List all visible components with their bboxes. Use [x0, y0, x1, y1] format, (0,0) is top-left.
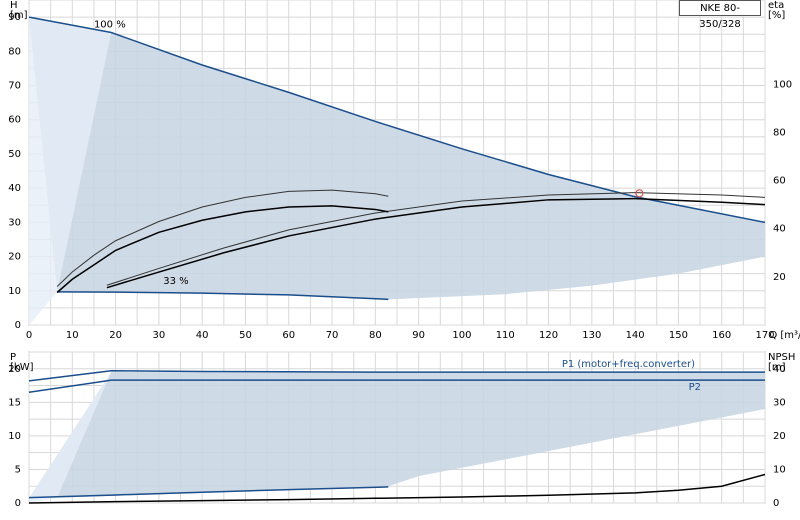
x-tick-label: 120: [539, 330, 558, 341]
x-tick-label: 130: [582, 330, 601, 341]
y-right-tick-label: 10: [773, 464, 786, 475]
series-label: P1 (motor+freq.converter): [562, 359, 695, 370]
y-axis-label: H [m]: [10, 0, 28, 21]
x-tick-label: 110: [496, 330, 515, 341]
model-label: NKE 80-350/328: [679, 0, 761, 30]
x-tick-label: 140: [626, 330, 645, 341]
y-right-tick-label: 80: [773, 127, 786, 138]
y-tick-label: 20: [8, 252, 21, 263]
y-tick-label: 0: [15, 320, 21, 331]
panel-head-efficiency: [28, 0, 766, 326]
y-right-tick-label: 20: [773, 431, 786, 442]
y-tick-label: 10: [8, 286, 21, 297]
x-tick-label: 80: [369, 330, 382, 341]
y-right-tick-label: 60: [773, 176, 786, 187]
x-tick-label: 10: [66, 330, 79, 341]
x-tick-label: 100: [452, 330, 471, 341]
y-tick-label: 60: [8, 115, 21, 126]
y-tick-label: 10: [8, 431, 21, 442]
x-tick-label: 30: [153, 330, 166, 341]
y-right-axis-label: NPSH [m]: [768, 352, 795, 373]
y-right-tick-label: 100: [773, 79, 792, 90]
y-right-tick-label: 40: [773, 224, 786, 235]
x-tick-label: 50: [239, 330, 252, 341]
y-tick-label: 5: [15, 464, 21, 475]
series-label: P2: [689, 382, 701, 393]
x-tick-label: 20: [109, 330, 122, 341]
x-tick-label: 70: [326, 330, 339, 341]
pump-curve-chart: 0 10 20 30 40 50 60 70 80 90 100 110 120 130 140 150 160…: [8, 0, 800, 509]
x-tick-label: 40: [196, 330, 209, 341]
x-tick-label: 90: [412, 330, 425, 341]
y-tick-label: 50: [8, 149, 21, 160]
x-tick-label: 150: [669, 330, 688, 341]
y-tick-label: 15: [8, 397, 21, 408]
panel-power-npsh: [28, 351, 766, 504]
y-tick-label: 30: [8, 217, 21, 228]
x-tick-label: 0: [26, 330, 32, 341]
y-tick-label: 40: [8, 183, 21, 194]
y-right-tick-label: 30: [773, 397, 786, 408]
curve-annotation: 100 %: [94, 19, 126, 30]
curve-annotation: 33 %: [163, 276, 188, 287]
x-tick-label: 60: [282, 330, 295, 341]
y-right-tick-label: 0: [773, 498, 779, 509]
y-tick-label: 80: [8, 46, 21, 57]
y-right-axis-label: eta [%]: [768, 0, 785, 21]
y-tick-label: 0: [15, 498, 21, 509]
y-right-tick-label: 20: [773, 272, 786, 283]
y-tick-label: 70: [8, 81, 21, 92]
x-axis-label: Q [m³/h]: [769, 330, 800, 341]
x-tick-label: 160: [712, 330, 731, 341]
